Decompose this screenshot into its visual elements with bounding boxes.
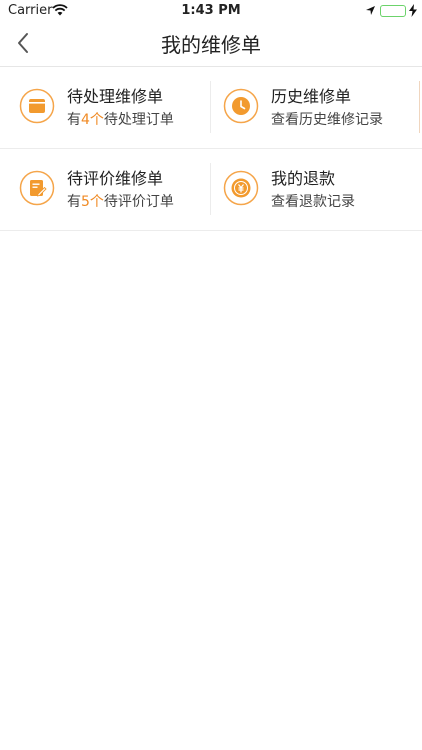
- yuan-coin-icon: [223, 170, 259, 206]
- charging-bolt-icon: [409, 4, 417, 21]
- subtitle-prefix: 有: [67, 112, 81, 128]
- clock-icon: [223, 88, 259, 124]
- review-orders-card[interactable]: 待评价维修单 有5个待评价订单: [0, 149, 210, 230]
- history-orders-card[interactable]: 历史维修单 查看历史维修记录: [211, 67, 421, 148]
- folder-icon: [19, 88, 55, 124]
- battery-icon: [380, 5, 406, 17]
- page-title: 我的维修单: [161, 33, 261, 57]
- refund-title: 我的退款: [271, 169, 336, 188]
- history-orders-title: 历史维修单: [271, 87, 352, 106]
- review-orders-title: 待评价维修单: [67, 169, 164, 188]
- subtitle-suffix: 待处理订单: [103, 112, 174, 128]
- refund-subtitle: 查看退款记录: [271, 194, 355, 210]
- menu-row: 待处理维修单 有4个待处理订单 历史维修单 查看历史维修记录: [0, 67, 422, 149]
- location-arrow-icon: [365, 5, 376, 20]
- subtitle-suffix: 待评价订单: [103, 194, 174, 210]
- status-bar: Carrier 1:43 PM: [0, 0, 422, 22]
- refund-card[interactable]: 我的退款 查看退款记录: [211, 149, 421, 230]
- menu-row: 待评价维修单 有5个待评价订单 我的退款 查看退款记录: [0, 149, 422, 231]
- review-count: 5个: [81, 194, 104, 210]
- pending-orders-title: 待处理维修单: [67, 87, 164, 106]
- navigation-bar: 我的维修单: [0, 20, 422, 67]
- review-orders-subtitle: 有5个待评价订单: [67, 191, 174, 211]
- status-time: 1:43 PM: [181, 3, 241, 18]
- order-menu-grid: 待处理维修单 有4个待处理订单 历史维修单 查看历史维修记录 待评价维修单 有5…: [0, 67, 422, 231]
- pending-orders-card[interactable]: 待处理维修单 有4个待处理订单: [0, 67, 210, 148]
- edge-divider: [419, 81, 420, 133]
- subtitle-prefix: 有: [67, 194, 81, 210]
- edit-document-icon: [19, 170, 55, 206]
- history-orders-subtitle: 查看历史维修记录: [271, 112, 383, 128]
- pending-orders-subtitle: 有4个待处理订单: [67, 109, 174, 129]
- pending-count: 4个: [81, 112, 104, 128]
